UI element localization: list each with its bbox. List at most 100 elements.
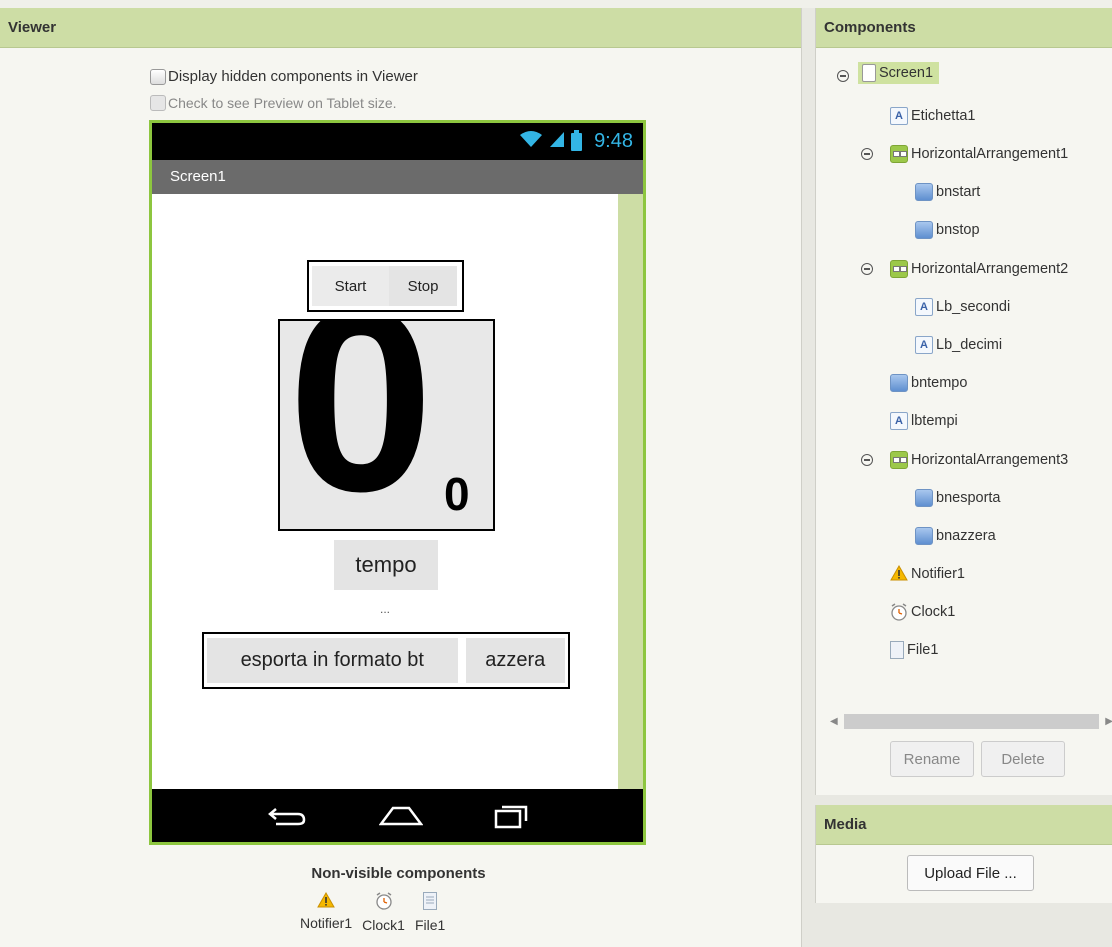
tree-label: bnstart bbox=[936, 184, 981, 200]
tree-label: HorizontalArrangement2 bbox=[911, 261, 1069, 277]
warning-icon bbox=[890, 564, 908, 583]
nonvisible-components-list: Notifier1 Clock1 File1 bbox=[300, 891, 445, 933]
tree-item-clock1[interactable]: Clock1 bbox=[890, 603, 955, 621]
tree-label: bnstop bbox=[936, 222, 980, 238]
screen1-collapse-icon[interactable] bbox=[837, 70, 849, 82]
label-icon: A bbox=[915, 336, 933, 354]
phone-mockup: 9:48 Screen1 Start Stop 0 0 tempo ... es… bbox=[149, 120, 646, 845]
tree-label: Lb_decimi bbox=[936, 337, 1003, 353]
label-icon: A bbox=[890, 107, 908, 125]
signal-icon bbox=[549, 130, 565, 154]
harr2-collapse-icon[interactable] bbox=[861, 263, 873, 275]
start-button[interactable]: Start bbox=[312, 266, 389, 306]
tree-item-notifier1[interactable]: Notifier1 bbox=[890, 564, 965, 583]
button-icon bbox=[890, 374, 908, 392]
tree-label: Etichetta1 bbox=[911, 108, 976, 124]
tree-label: Notifier1 bbox=[911, 566, 965, 582]
file-icon bbox=[890, 641, 904, 659]
button-icon bbox=[915, 183, 933, 201]
tree-label: HorizontalArrangement1 bbox=[911, 146, 1069, 162]
nonvisible-clock[interactable]: Clock1 bbox=[362, 892, 405, 933]
phone-status-bar: 9:48 bbox=[152, 123, 643, 160]
horizontal-arrangement-icon bbox=[890, 451, 908, 469]
nonvisible-notifier-label: Notifier1 bbox=[300, 915, 353, 931]
tree-item-screen1[interactable]: Screen1 bbox=[858, 62, 940, 84]
horizontal-arrangement-2: 0 0 bbox=[278, 319, 495, 531]
tree-label: Lb_secondi bbox=[936, 299, 1011, 315]
tree-item-lb-secondi[interactable]: A Lb_secondi bbox=[915, 298, 1010, 316]
nonvisible-notifier[interactable]: Notifier1 bbox=[300, 891, 353, 933]
tree-item-horizontalarrangement1[interactable]: HorizontalArrangement1 bbox=[890, 145, 1068, 163]
clock-icon bbox=[375, 892, 393, 913]
tree-label: Clock1 bbox=[911, 604, 956, 620]
tree-item-bntempo[interactable]: bntempo bbox=[890, 374, 967, 392]
tree-label: lbtempi bbox=[911, 413, 958, 429]
scroll-left-icon[interactable]: ◀ bbox=[830, 716, 838, 727]
tempo-button[interactable]: tempo bbox=[334, 540, 438, 590]
status-time: 9:48 bbox=[594, 130, 633, 152]
components-header: Components bbox=[816, 8, 1112, 48]
battery-icon bbox=[571, 129, 583, 151]
harr1-collapse-icon[interactable] bbox=[861, 148, 873, 160]
stop-button[interactable]: Stop bbox=[389, 266, 457, 306]
tenths-label: 0 bbox=[444, 468, 470, 520]
upload-file-button[interactable]: Upload File ... bbox=[907, 855, 1034, 891]
screen-title-bar: Screen1 bbox=[152, 160, 643, 194]
delete-button[interactable]: Delete bbox=[981, 741, 1065, 777]
tree-item-bnazzera[interactable]: bnazzera bbox=[915, 527, 996, 545]
seconds-label: 0 bbox=[288, 319, 434, 531]
lbtempi-label: ... bbox=[379, 602, 390, 616]
wifi-icon bbox=[519, 130, 543, 154]
tree-label: Screen1 bbox=[879, 65, 934, 81]
tablet-preview-checkbox[interactable] bbox=[150, 95, 166, 111]
display-hidden-checkbox[interactable] bbox=[150, 68, 166, 85]
components-horizontal-scrollbar[interactable]: ◀ ▶ bbox=[830, 714, 1112, 729]
screen-scroll-strip bbox=[618, 194, 643, 789]
button-icon bbox=[915, 221, 933, 239]
back-icon bbox=[267, 804, 308, 828]
nonvisible-clock-label: Clock1 bbox=[362, 917, 405, 933]
clock-icon bbox=[890, 603, 908, 621]
tablet-preview-checkbox-row[interactable]: Check to see Preview on Tablet size. bbox=[150, 95, 397, 111]
file-icon bbox=[423, 892, 438, 913]
tree-item-lb-decimi[interactable]: A Lb_decimi bbox=[915, 336, 1002, 354]
tree-item-horizontalarrangement2[interactable]: HorizontalArrangement2 bbox=[890, 260, 1068, 278]
display-hidden-label: Display hidden components in Viewer bbox=[168, 68, 418, 85]
tree-item-bnstart[interactable]: bnstart bbox=[915, 183, 980, 201]
media-panel: Media Upload File ... bbox=[815, 805, 1112, 903]
tree-item-bnstop[interactable]: bnstop bbox=[915, 221, 980, 239]
rename-button[interactable]: Rename bbox=[890, 741, 974, 777]
horizontal-arrangement-icon bbox=[890, 145, 908, 163]
tree-label: HorizontalArrangement3 bbox=[911, 452, 1069, 468]
tree-label: File1 bbox=[907, 642, 939, 658]
scrollbar-track[interactable] bbox=[843, 714, 1100, 729]
nonvisible-components-title: Non-visible components bbox=[311, 865, 486, 882]
esporta-button[interactable]: esporta in formato bt bbox=[207, 638, 458, 683]
azzera-button[interactable]: azzera bbox=[465, 638, 565, 683]
harr3-collapse-icon[interactable] bbox=[861, 454, 873, 466]
tree-item-bnesporta[interactable]: bnesporta bbox=[915, 489, 1001, 507]
tree-item-horizontalarrangement3[interactable]: HorizontalArrangement3 bbox=[890, 451, 1068, 469]
horizontal-arrangement-icon bbox=[890, 260, 908, 278]
nonvisible-file[interactable]: File1 bbox=[415, 892, 445, 933]
components-panel: Components Screen1 A Etichetta1 Horizont… bbox=[815, 8, 1112, 795]
tree-item-lbtempi[interactable]: A lbtempi bbox=[890, 412, 958, 430]
tree-label: bnazzera bbox=[936, 528, 996, 544]
top-strip bbox=[0, 0, 1112, 8]
display-hidden-checkbox-row[interactable]: Display hidden components in Viewer bbox=[150, 68, 418, 85]
button-icon bbox=[915, 489, 933, 507]
warning-icon bbox=[317, 891, 335, 911]
horizontal-arrangement-3: esporta in formato bt azzera bbox=[202, 632, 570, 689]
tablet-preview-label: Check to see Preview on Tablet size. bbox=[168, 95, 397, 111]
recents-icon bbox=[494, 803, 528, 829]
scroll-right-icon[interactable]: ▶ bbox=[1105, 716, 1112, 727]
tree-item-file1[interactable]: File1 bbox=[890, 641, 938, 659]
media-header: Media bbox=[816, 805, 1112, 845]
horizontal-arrangement-1: Start Stop bbox=[307, 260, 464, 312]
tree-label: bnesporta bbox=[936, 490, 1001, 506]
tree-label: bntempo bbox=[911, 375, 968, 391]
screen-icon bbox=[862, 64, 876, 82]
viewer-panel: Viewer Display hidden components in View… bbox=[0, 8, 802, 947]
viewer-header: Viewer bbox=[0, 8, 801, 48]
tree-item-etichetta1[interactable]: A Etichetta1 bbox=[890, 107, 976, 125]
